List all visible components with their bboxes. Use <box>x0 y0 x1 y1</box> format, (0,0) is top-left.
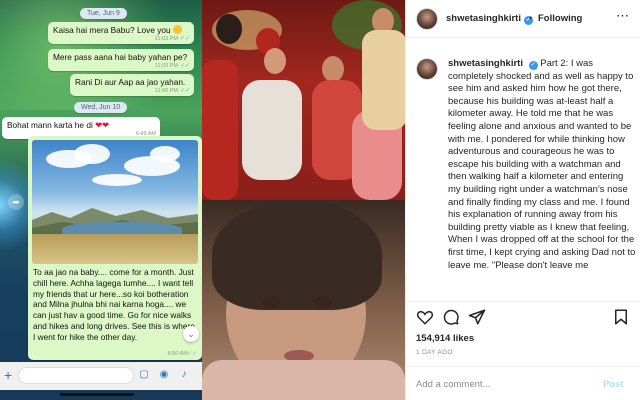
home-indicator <box>60 393 134 396</box>
message-bubble[interactable]: Kaisa hai mera Babu? Love you 11:03 PM ✓✓ <box>48 22 194 45</box>
divider <box>406 301 640 302</box>
following-button[interactable]: Following <box>538 13 582 24</box>
more-icon[interactable]: ⋯ <box>616 8 630 24</box>
message-text: Bohat mann karta he di <box>7 120 93 130</box>
divider <box>406 366 640 367</box>
forward-icon[interactable]: ➦ <box>8 194 24 210</box>
bookmark-icon[interactable] <box>612 308 630 326</box>
caption-text: Part 2: I was completely shocked and as … <box>448 58 636 271</box>
message-time: 6:50 AM✓✓ <box>167 351 197 357</box>
date-separator: Tue, Jun 9 <box>80 8 127 19</box>
sticker-icon[interactable]: ▢ <box>138 369 150 381</box>
heart-icon[interactable] <box>416 308 434 326</box>
date-separator: Wed, Jun 10 <box>74 102 128 113</box>
avatar[interactable] <box>416 58 438 80</box>
message-time: 11:03 PM ✓✓ <box>154 62 190 69</box>
childhood-photo[interactable] <box>202 200 405 400</box>
camera-icon[interactable]: ◉ <box>158 369 170 381</box>
message-text: Mere pass aana hai baby yahan pe? <box>53 52 188 62</box>
landscape-photo[interactable] <box>32 140 198 264</box>
post-time: 1 DAY AGO <box>416 349 453 356</box>
message-text: Kaisa hai mera Babu? Love you <box>53 25 171 35</box>
comment-icon[interactable] <box>442 308 460 326</box>
message-time: 11:06 PM ✓✓ <box>154 87 190 94</box>
comment-input[interactable]: Add a comment... <box>416 379 490 390</box>
whatsapp-chat-panel: Tue, Jun 9 Kaisa hai mera Babu? Love you… <box>0 0 202 400</box>
chevron-down-icon[interactable]: ⌄ <box>183 326 199 342</box>
separator-dot: • <box>529 13 533 23</box>
caption-username[interactable]: shwetasinghkirti <box>448 58 523 69</box>
username-link[interactable]: shwetasinghkirti ✓ <box>446 13 533 25</box>
instagram-post-panel: shwetasinghkirti ✓ • Following ⋯ shwetasi… <box>405 0 640 400</box>
likes-count[interactable]: 154,914 likes <box>416 333 474 344</box>
media-message-bubble[interactable]: To aa jao na baby.... come for a month. … <box>28 136 202 360</box>
message-bubble[interactable]: Mere pass aana hai baby yahan pe? 11:03 … <box>48 49 194 72</box>
share-icon[interactable] <box>468 308 486 326</box>
microphone-icon[interactable]: ♪ <box>178 369 190 381</box>
wedding-photo[interactable] <box>202 0 405 200</box>
post-caption: shwetasinghkirti ✓ Part 2: I was complet… <box>448 58 636 298</box>
avatar[interactable] <box>416 8 438 30</box>
hearts-emoji-icon: ❤❤ <box>95 120 110 130</box>
media-caption-text: To aa jao na baby.... come for a month. … <box>33 267 195 342</box>
message-input[interactable] <box>18 367 134 384</box>
message-text: Rani Di aur Aap aa jao yahan. <box>75 77 186 87</box>
compose-bar: + ▢ ◉ ♪ <box>0 362 202 390</box>
message-bubble[interactable]: Rani Di aur Aap aa jao yahan. 11:06 PM ✓✓ <box>70 74 194 97</box>
verified-icon: ✓ <box>528 61 538 70</box>
post-header: shwetasinghkirti ✓ • Following ⋯ <box>406 0 640 38</box>
post-button[interactable]: Post <box>603 379 624 390</box>
smile-emoji-icon <box>172 25 182 34</box>
plus-icon[interactable]: + <box>4 367 12 383</box>
message-time: 11:03 PM ✓✓ <box>154 35 190 42</box>
